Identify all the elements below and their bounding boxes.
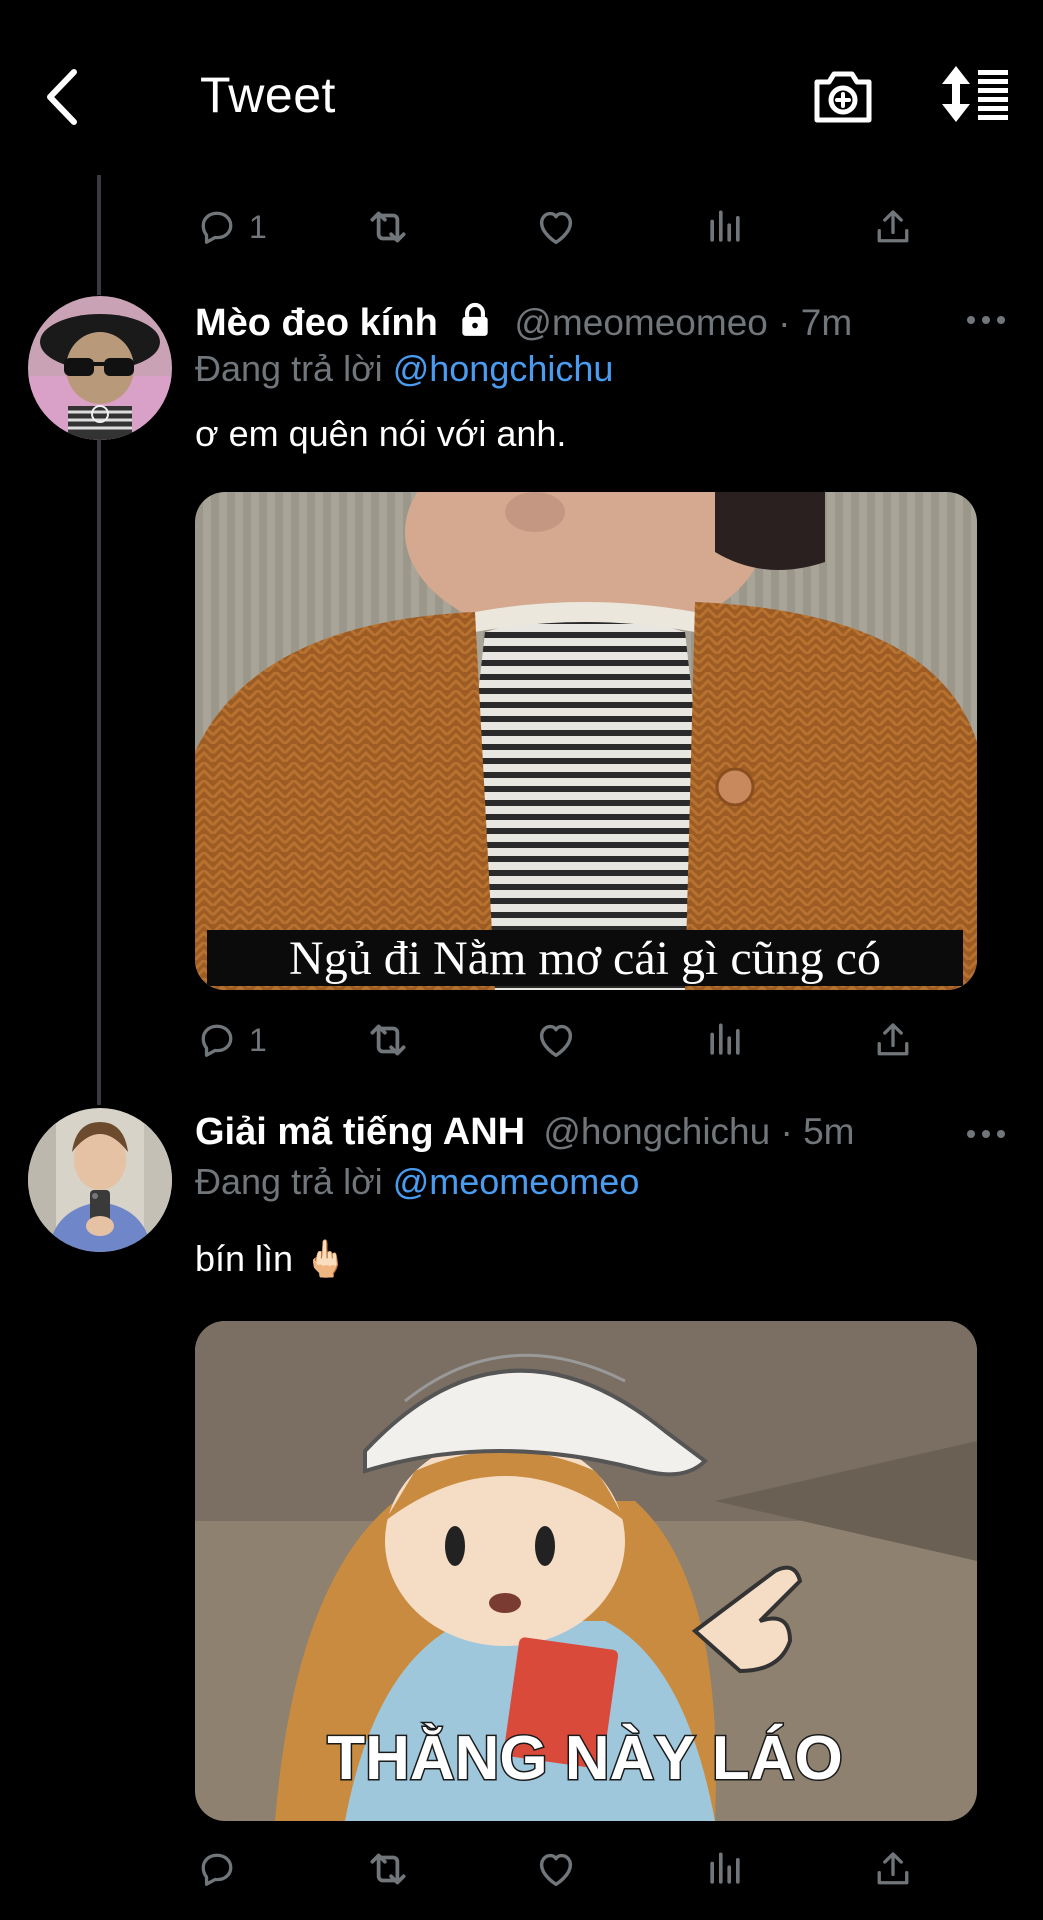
camera-plus-icon [814, 71, 872, 123]
share-icon [871, 1018, 915, 1062]
tweet-media[interactable]: Ngủ đi Nằm mơ cái gì cũng có [195, 492, 977, 990]
avatar[interactable] [28, 296, 172, 440]
bar-chart-icon [703, 1018, 747, 1062]
thread-line [97, 175, 101, 295]
avatar[interactable] [28, 1108, 172, 1252]
replying-to-label: Đang trả lời [195, 1161, 383, 1202]
more-dots-icon [967, 316, 1005, 324]
page-title: Tweet [200, 67, 336, 123]
thread-line [97, 440, 101, 1105]
action-bar: 1 [195, 199, 915, 255]
reply-button[interactable] [195, 1841, 249, 1897]
bar-chart-icon [703, 1847, 747, 1891]
retweet-button[interactable] [363, 199, 413, 255]
share-button[interactable] [871, 1841, 915, 1897]
views-button[interactable] [703, 1012, 747, 1068]
mention-link[interactable]: @meomeomeo [393, 1161, 640, 1202]
retweet-icon [363, 1015, 413, 1065]
cat-avatar-image [28, 296, 172, 440]
tweet-text: ơ em quên nói với anh. [195, 413, 567, 454]
reply-button[interactable]: 1 [195, 199, 267, 255]
like-button[interactable] [533, 1841, 579, 1897]
share-button[interactable] [871, 1012, 915, 1068]
replying-to: Đang trả lời @hongchichu [195, 348, 613, 390]
bar-chart-icon [703, 205, 747, 249]
replying-to-label: Đang trả lời [195, 348, 383, 389]
sort-button[interactable] [940, 66, 1012, 122]
handle[interactable]: @meomeomeo [514, 302, 768, 343]
share-icon [871, 1847, 915, 1891]
tweet-header: Giải mã tiếng ANH @hongchichu · 5m [195, 1111, 854, 1154]
retweet-icon [363, 1844, 413, 1894]
replying-to: Đang trả lời @meomeomeo [195, 1161, 639, 1203]
tweet-text: bín lìn 🖕🏻 [195, 1238, 348, 1279]
reply-count: 1 [249, 1021, 267, 1058]
heart-icon [533, 1846, 579, 1892]
back-button[interactable] [38, 62, 90, 132]
reply-icon [195, 1847, 239, 1891]
chevron-left-icon [47, 69, 77, 125]
tweet-header: Mèo đeo kính @meomeomeo · 7m [195, 301, 852, 345]
person-avatar-image [28, 1108, 172, 1252]
media-caption: Ngủ đi Nằm mơ cái gì cũng có [289, 932, 881, 985]
heart-icon [533, 1017, 579, 1063]
tweet-media[interactable]: THẰNG NÀY LÁO [195, 1321, 977, 1821]
share-button[interactable] [871, 199, 915, 255]
like-button[interactable] [533, 199, 579, 255]
action-bar [195, 1841, 915, 1897]
heart-icon [533, 204, 579, 250]
timestamp: · 7m [778, 302, 853, 343]
photo-image: Ngủ đi Nằm mơ cái gì cũng có [195, 492, 977, 990]
handle[interactable]: @hongchichu [543, 1111, 770, 1152]
like-button[interactable] [533, 1012, 579, 1068]
anime-image: THẰNG NÀY LÁO [195, 1321, 977, 1821]
more-options-button[interactable] [964, 1122, 1008, 1146]
more-options-button[interactable] [964, 308, 1008, 332]
lock-icon [462, 302, 488, 336]
views-button[interactable] [703, 1841, 747, 1897]
display-name[interactable]: Giải mã tiếng ANH [195, 1111, 525, 1153]
media-caption: THẰNG NÀY LÁO [327, 1724, 843, 1793]
action-bar: 1 [195, 1012, 915, 1068]
mention-link[interactable]: @hongchichu [393, 348, 614, 389]
reply-icon [195, 1018, 239, 1062]
retweet-icon [363, 202, 413, 252]
retweet-button[interactable] [363, 1841, 413, 1897]
camera-button[interactable] [812, 66, 874, 126]
retweet-button[interactable] [363, 1012, 413, 1068]
reply-count: 1 [249, 208, 267, 245]
reply-button[interactable]: 1 [195, 1012, 267, 1068]
sort-list-icon [942, 66, 1008, 122]
views-button[interactable] [703, 199, 747, 255]
timestamp: · 5m [780, 1111, 855, 1152]
reply-icon [195, 205, 239, 249]
display-name[interactable]: Mèo đeo kính [195, 302, 438, 344]
share-icon [871, 205, 915, 249]
more-dots-icon [967, 1130, 1005, 1138]
